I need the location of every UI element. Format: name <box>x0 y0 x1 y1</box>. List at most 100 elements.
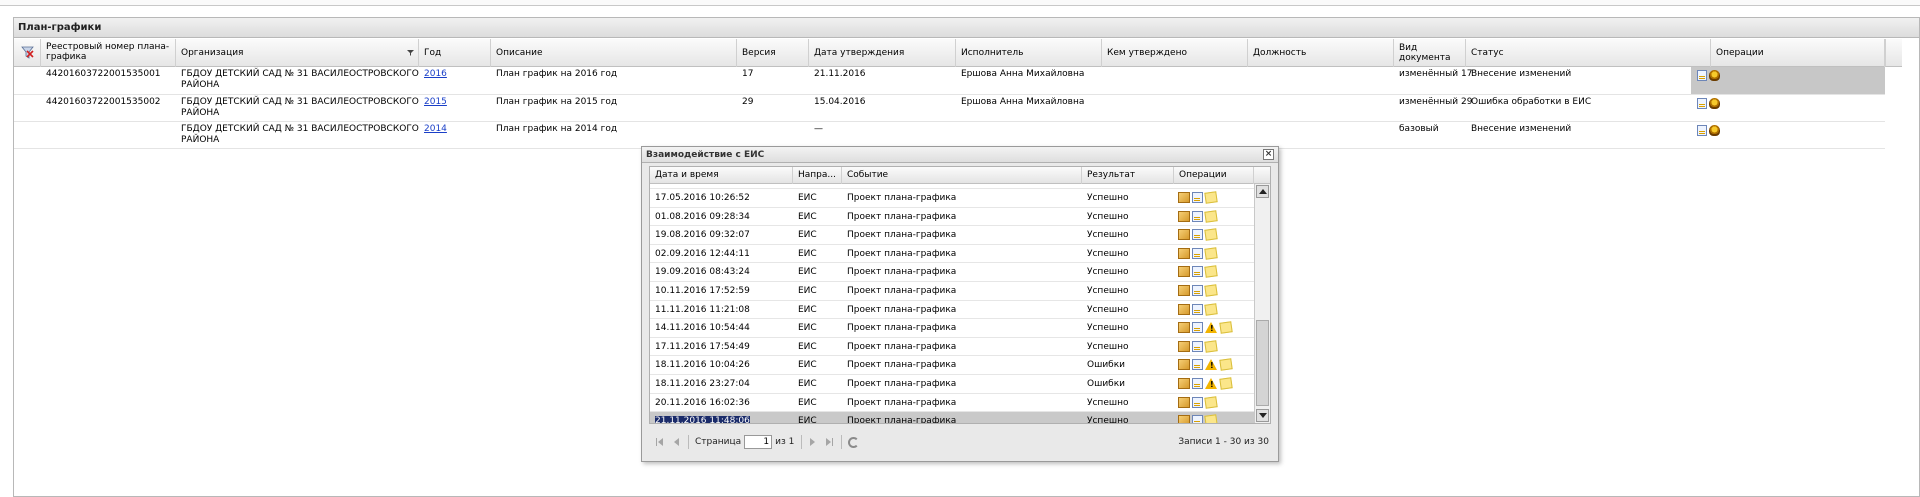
table-row[interactable]: 44201603722001535002 ГБДОУ ДЕТСКИЙ САД №… <box>14 95 1885 122</box>
view-document-icon[interactable] <box>1697 98 1707 109</box>
col-year[interactable]: Год <box>419 39 491 67</box>
dialog-row[interactable]: 19.08.2016 09:32:07 ЕИС Проект плана-графи… <box>650 226 1254 245</box>
notes-icon[interactable] <box>1204 228 1218 241</box>
package-icon[interactable] <box>1178 415 1190 423</box>
scroll-up-icon[interactable] <box>1256 185 1269 198</box>
last-page-icon[interactable] <box>824 437 834 447</box>
year-link[interactable]: 2014 <box>419 124 447 135</box>
view-document-icon[interactable] <box>1192 247 1203 259</box>
close-icon[interactable]: × <box>1263 149 1274 160</box>
col-position[interactable]: Должность <box>1248 39 1394 67</box>
package-icon[interactable] <box>1178 210 1190 222</box>
view-document-icon[interactable] <box>1192 415 1203 423</box>
package-icon[interactable] <box>1178 359 1190 371</box>
package-icon[interactable] <box>1178 229 1190 241</box>
dialog-row[interactable]: 17.05.2016 10:26:52 ЕИС Проект плана-графи… <box>650 189 1254 208</box>
year-link[interactable]: 2016 <box>419 69 447 80</box>
col-direction[interactable]: Напра... <box>793 167 842 184</box>
col-status[interactable]: Статус <box>1466 39 1711 67</box>
table-row[interactable]: ГБДОУ ДЕТСКИЙ САД № 31 ВАСИЛЕОСТРОВСКОГО… <box>14 122 1885 149</box>
notes-icon[interactable] <box>1204 302 1218 316</box>
package-icon[interactable] <box>1178 266 1190 278</box>
col-approve-date[interactable]: Дата утверждения <box>809 39 956 67</box>
view-document-icon[interactable] <box>1192 377 1203 389</box>
year-link-text[interactable]: 2014 <box>424 124 447 134</box>
col-reg-number[interactable]: Реестровый номер плана-графика <box>41 39 176 67</box>
view-document-icon[interactable] <box>1192 284 1203 296</box>
col-event[interactable]: Событие <box>842 167 1082 184</box>
dialog-row[interactable]: 14.11.2016 10:54:44 ЕИС Проект плана-графи… <box>650 319 1254 338</box>
table-row[interactable]: 4420160372200153500​1 ГБДОУ ДЕТСКИЙ САД … <box>14 67 1885 95</box>
clear-filter-icon[interactable] <box>21 46 34 60</box>
notes-icon[interactable] <box>1204 191 1218 204</box>
package-icon[interactable] <box>1178 396 1190 408</box>
notes-icon[interactable] <box>1204 265 1218 279</box>
clear-filter-header[interactable] <box>14 39 41 67</box>
refresh-icon[interactable] <box>848 436 860 448</box>
first-page-icon[interactable] <box>655 437 665 447</box>
year-link[interactable]: 2015 <box>419 97 447 108</box>
package-icon[interactable] <box>1178 247 1190 259</box>
warning-icon[interactable] <box>1205 377 1218 390</box>
vertical-scrollbar[interactable] <box>1254 184 1270 423</box>
dialog-title-bar[interactable]: Взаимодействие с ЕИС × <box>642 147 1278 163</box>
col-result[interactable]: Результат <box>1082 167 1174 184</box>
col-organization[interactable]: Организация <box>176 39 419 67</box>
dialog-row[interactable]: 18.11.2016 23:27:04 ЕИС Проект плана-графи… <box>650 375 1254 394</box>
dialog-row[interactable]: 01.08.2016 09:28:34 ЕИС Проект плана-графи… <box>650 208 1254 227</box>
col-approved-by[interactable]: Кем утверждено <box>1102 39 1248 67</box>
notes-icon[interactable] <box>1204 246 1218 260</box>
col-version[interactable]: Версия <box>737 39 809 67</box>
dialog-row[interactable]: 10.11.2016 17:52:59 ЕИС Проект плана-графи… <box>650 282 1254 301</box>
view-document-icon[interactable] <box>1192 229 1203 241</box>
view-document-icon[interactable] <box>1192 192 1203 203</box>
col-datetime[interactable]: Дата и время <box>650 167 793 184</box>
notes-icon[interactable] <box>1204 339 1218 353</box>
view-document-icon[interactable] <box>1192 210 1203 222</box>
dialog-row[interactable]: 21.11.2016 11:48:06 ЕИС Проект плана-графи… <box>650 412 1254 423</box>
notes-icon[interactable] <box>1219 358 1233 372</box>
view-document-icon[interactable] <box>1697 70 1707 81</box>
dialog-row[interactable]: 11.11.2016 11:21:08 ЕИС Проект плана-графи… <box>650 301 1254 320</box>
next-page-icon[interactable] <box>808 437 818 447</box>
view-document-icon[interactable] <box>1192 322 1203 334</box>
scroll-down-icon[interactable] <box>1256 409 1269 422</box>
package-icon[interactable] <box>1178 303 1190 315</box>
eis-emblem-icon[interactable] <box>1709 125 1720 136</box>
dialog-row[interactable]: 02.09.2016 12:44:11 ЕИС Проект плана-графи… <box>650 245 1254 264</box>
notes-icon[interactable] <box>1219 377 1233 390</box>
view-document-icon[interactable] <box>1697 125 1707 136</box>
package-icon[interactable] <box>1178 284 1190 296</box>
filter-icon[interactable] <box>407 50 414 56</box>
col-dialog-operations[interactable]: Операции <box>1174 167 1254 184</box>
dialog-row[interactable]: 20.11.2016 16:02:36 ЕИС Проект плана-графи… <box>650 394 1254 413</box>
view-document-icon[interactable] <box>1192 303 1203 315</box>
notes-icon[interactable] <box>1204 209 1218 223</box>
year-link-text[interactable]: 2015 <box>424 97 447 107</box>
package-icon[interactable] <box>1178 322 1190 334</box>
notes-icon[interactable] <box>1219 321 1233 334</box>
notes-icon[interactable] <box>1204 414 1218 423</box>
eis-emblem-icon[interactable] <box>1709 70 1720 81</box>
col-description[interactable]: Описание <box>491 39 737 67</box>
prev-page-icon[interactable] <box>671 437 681 447</box>
col-executor[interactable]: Исполнитель <box>956 39 1102 67</box>
year-link-text[interactable]: 2016 <box>424 69 447 79</box>
view-document-icon[interactable] <box>1192 359 1203 371</box>
dialog-row[interactable]: 17.11.2016 17:54:49 ЕИС Проект плана-графи… <box>650 338 1254 357</box>
package-icon[interactable] <box>1178 192 1190 203</box>
notes-icon[interactable] <box>1204 284 1218 297</box>
package-icon[interactable] <box>1178 377 1190 389</box>
dialog-row[interactable]: 19.09.2016 08:43:24 ЕИС Проект плана-графи… <box>650 263 1254 282</box>
page-number-input[interactable] <box>744 435 773 449</box>
notes-icon[interactable] <box>1204 395 1218 409</box>
warning-icon[interactable] <box>1205 322 1218 334</box>
package-icon[interactable] <box>1178 340 1190 352</box>
col-operations[interactable]: Операции <box>1711 39 1885 67</box>
view-document-icon[interactable] <box>1192 340 1203 352</box>
dialog-row[interactable]: 18.11.2016 10:04:26 ЕИС Проект плана-графи… <box>650 356 1254 375</box>
col-doc-type[interactable]: Вид документа <box>1394 39 1466 67</box>
scroll-thumb[interactable] <box>1256 320 1269 406</box>
view-document-icon[interactable] <box>1192 266 1203 278</box>
eis-emblem-icon[interactable] <box>1709 98 1720 109</box>
